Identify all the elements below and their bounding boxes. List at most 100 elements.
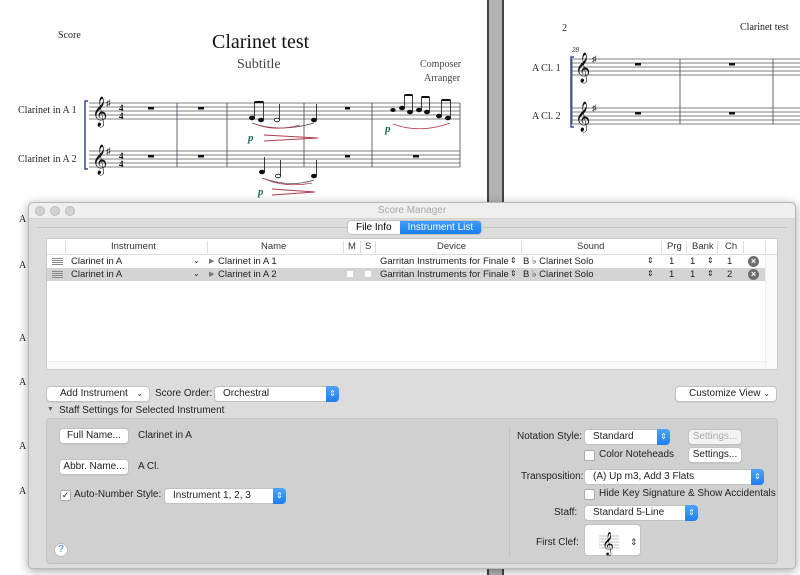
auto-number-select[interactable]: Instrument 1, 2, 3 ⇕ (164, 488, 286, 504)
drag-handle-icon[interactable] (52, 271, 63, 278)
horizontal-scrollbar[interactable] (47, 361, 765, 369)
slurs (251, 122, 451, 186)
title-bar[interactable]: Score Manager (29, 203, 795, 219)
tab-bar: File Info Instrument List (347, 220, 483, 235)
sharp-icon: ♯ (106, 98, 111, 108)
staff-bracket (84, 100, 88, 170)
mute-checkbox[interactable] (347, 271, 353, 277)
remove-instrument-icon[interactable]: × (748, 269, 759, 280)
device-cell[interactable]: Garritan Instruments for Finale (380, 269, 509, 280)
color-noteheads-label: Color Noteheads (599, 449, 675, 460)
staff-abbrev: A (19, 333, 27, 344)
chevron-down-icon: ⌄ (136, 389, 143, 398)
hide-key-checkbox[interactable] (584, 489, 595, 500)
transposition-select[interactable]: (A) Up m3, Add 3 Flats ⇕ (584, 469, 764, 485)
dynamic-piano: p (257, 186, 264, 198)
add-instrument-button[interactable]: Add Instrument ⌄ (46, 386, 150, 402)
vertical-scrollbar[interactable] (765, 255, 777, 369)
disclosure-triangle-icon[interactable]: ▶ (209, 257, 214, 265)
sound-cell[interactable]: B ♭ Clarinet Solo (523, 256, 594, 267)
svg-text:4: 4 (119, 159, 124, 169)
color-noteheads-checkbox[interactable] (584, 450, 595, 461)
dynamic-piano: p (384, 123, 391, 135)
updown-icon[interactable]: ⇕ (707, 269, 714, 278)
notation-style-select[interactable]: Standard ⇕ (584, 429, 670, 445)
chevron-down-icon[interactable]: ⌄ (193, 256, 200, 265)
disclosure-triangle-down-icon[interactable]: ▼ (47, 406, 54, 413)
sharp-icon: ♯ (592, 54, 597, 64)
prg-cell[interactable]: 1 (669, 256, 674, 267)
add-instrument-label: Add Instrument (60, 388, 128, 399)
staff-system-page-2[interactable]: 𝄞 𝄞 ♯ ♯ (504, 0, 800, 140)
help-button[interactable]: ? (54, 543, 68, 557)
whole-rests (148, 107, 419, 158)
updown-icon[interactable]: ⇕ (647, 269, 654, 278)
color-noteheads-settings-button[interactable]: Settings... (688, 447, 742, 463)
table-row[interactable]: Clarinet in A ⌄ ▶ Clarinet in A 1 Garrit… (47, 255, 777, 268)
updown-icon: ⇕ (657, 429, 670, 445)
instrument-cell[interactable]: Clarinet in A (71, 269, 122, 280)
staff-system[interactable]: 𝄞 𝄞 ♯ ♯ 44 44 p p p (0, 0, 489, 200)
hairpins (263, 134, 319, 196)
updown-icon: ⇕ (751, 469, 764, 485)
score-order-select[interactable]: Orchestral ⇕ (214, 386, 339, 402)
column-s[interactable]: S (365, 241, 371, 252)
customize-view-button[interactable]: Customize View ⌄ (675, 386, 777, 402)
updown-icon[interactable]: ⇕ (707, 256, 714, 265)
tab-file-info[interactable]: File Info (348, 221, 400, 234)
column-sound[interactable]: Sound (577, 241, 604, 252)
column-name[interactable]: Name (261, 241, 286, 252)
updown-icon: ⇕ (273, 488, 286, 504)
updown-icon: ⇕ (685, 505, 698, 521)
updown-icon[interactable]: ⇕ (647, 256, 654, 265)
column-m[interactable]: M (348, 241, 356, 252)
panel-divider (509, 427, 510, 557)
drag-handle-icon[interactable] (52, 258, 63, 265)
name-cell[interactable]: Clarinet in A 2 (218, 269, 277, 280)
staff-settings-header[interactable]: Staff Settings for Selected Instrument (59, 405, 224, 416)
ch-cell[interactable]: 2 (727, 269, 732, 280)
device-cell[interactable]: Garritan Instruments for Finale (380, 256, 509, 267)
updown-icon: ⇕ (326, 386, 339, 402)
disclosure-triangle-icon[interactable]: ▶ (209, 270, 214, 278)
column-bank[interactable]: Bank (692, 241, 714, 252)
prg-cell[interactable]: 1 (669, 269, 674, 280)
svg-text:𝄞: 𝄞 (602, 531, 614, 556)
treble-clef-icon: 𝄞 ⇕ (599, 531, 638, 556)
auto-number-label: Auto-Number Style: (74, 489, 162, 500)
treble-clef-icon: 𝄞 (575, 52, 590, 84)
bank-cell[interactable]: 1 (690, 256, 695, 267)
score-manager-window: Score Manager File Info Instrument List … (28, 202, 796, 569)
tab-instrument-list[interactable]: Instrument List (399, 221, 482, 234)
staff-abbrev: A (19, 377, 27, 388)
column-device[interactable]: Device (437, 241, 466, 252)
score-order-value: Orchestral (223, 388, 270, 399)
chevron-down-icon[interactable]: ⌄ (193, 269, 200, 278)
first-clef-select[interactable]: 𝄞 ⇕ (584, 524, 641, 556)
transposition-value: (A) Up m3, Add 3 Flats (593, 471, 695, 482)
customize-view-label: Customize View (689, 388, 761, 399)
staff-bracket (570, 56, 574, 128)
svg-text:4: 4 (119, 111, 124, 121)
staff-select[interactable]: Standard 5-Line ⇕ (584, 505, 698, 521)
remove-instrument-icon[interactable]: × (748, 256, 759, 267)
abbr-name-button[interactable]: Abbr. Name... (59, 459, 129, 475)
window-title: Score Manager (377, 205, 447, 216)
name-cell[interactable]: Clarinet in A 1 (218, 256, 277, 267)
abbr-name-value: A Cl. (138, 461, 160, 472)
bank-cell[interactable]: 1 (690, 269, 695, 280)
column-ch[interactable]: Ch (725, 241, 737, 252)
instrument-cell[interactable]: Clarinet in A (71, 256, 122, 267)
ch-cell[interactable]: 1 (727, 256, 732, 267)
full-name-button[interactable]: Full Name... (59, 428, 129, 444)
column-instrument[interactable]: Instrument (111, 241, 156, 252)
notation-settings-button[interactable]: Settings... (688, 429, 742, 445)
table-row[interactable]: Clarinet in A ⌄ ▶ Clarinet in A 2 Garrit… (47, 268, 777, 281)
updown-icon[interactable]: ⇕ (510, 269, 517, 278)
sound-cell[interactable]: B ♭ Clarinet Solo (523, 269, 594, 280)
column-prg[interactable]: Prg (667, 241, 682, 252)
treble-clef-icon: 𝄞 (575, 101, 590, 133)
updown-icon[interactable]: ⇕ (510, 256, 517, 265)
auto-number-checkbox[interactable]: ✓ (60, 490, 71, 501)
solo-checkbox[interactable] (365, 271, 371, 277)
